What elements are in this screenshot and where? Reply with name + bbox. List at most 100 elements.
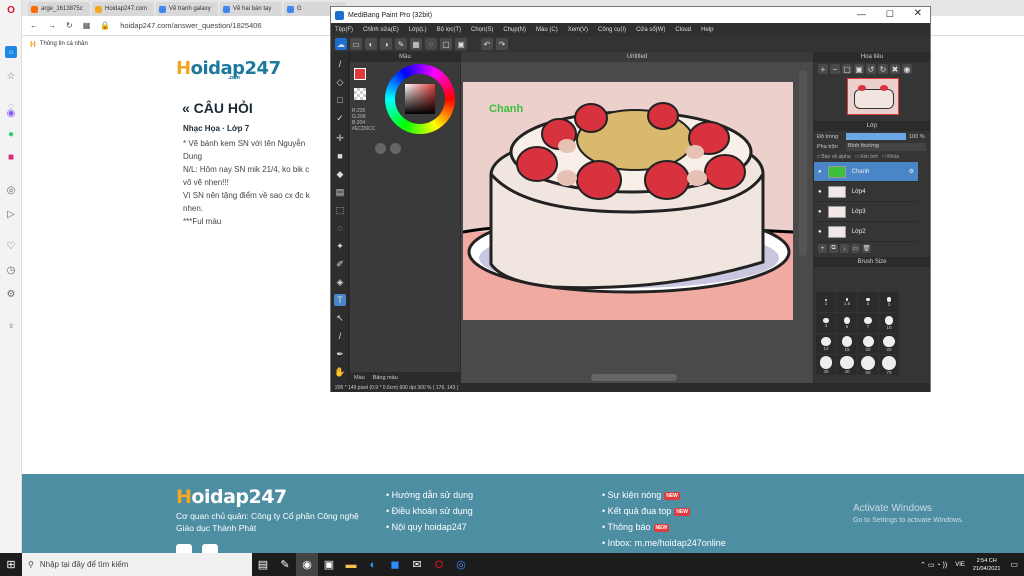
zoom-out-icon[interactable]: − xyxy=(830,64,840,74)
menu-item[interactable]: Chỉnh sửa(E) xyxy=(363,27,399,33)
bucket-tool-icon[interactable]: ◆ xyxy=(334,168,346,180)
footer-link[interactable]: • Kết quả đua top NEW xyxy=(602,506,726,516)
visibility-icon[interactable]: ● xyxy=(818,209,822,215)
menu-item[interactable]: Bộ lọc(T) xyxy=(437,27,461,33)
lasso-icon[interactable]: ◌ xyxy=(425,38,437,50)
forward-icon[interactable]: → xyxy=(48,21,56,30)
bookmark-item[interactable]: Thông tin cá nhân xyxy=(40,41,88,47)
visibility-icon[interactable]: ● xyxy=(818,229,822,235)
text-tool-icon[interactable]: T xyxy=(334,294,346,306)
hand-tool-icon[interactable]: ✋ xyxy=(334,366,346,378)
tray-icons[interactable]: ⌃ ▭ ◔ )) xyxy=(920,561,947,569)
edge-icon[interactable]: ◐ xyxy=(362,553,384,576)
instagram-icon[interactable]: ■ xyxy=(5,151,17,163)
menu-item[interactable]: Xem(V) xyxy=(568,27,588,33)
select-eraser-icon[interactable]: ◈ xyxy=(334,276,346,288)
footer-link[interactable]: • Hướng dẫn sử dụng xyxy=(386,490,473,500)
facebook-icon[interactable] xyxy=(176,544,192,553)
browser-tab[interactable]: Hoidap247.com xyxy=(92,2,154,16)
menu-item[interactable]: Cửa sổ(W) xyxy=(636,27,665,33)
browser-tab[interactable]: Vẽ hai bàn tay xyxy=(220,2,282,16)
color-sampler-icon[interactable] xyxy=(375,143,386,154)
saturation-square[interactable] xyxy=(405,84,435,114)
footer-link[interactable]: • Điều khoản sử dụng xyxy=(386,506,473,516)
select-icon[interactable]: ▢ xyxy=(440,38,452,50)
mail-icon[interactable]: ✉ xyxy=(406,553,428,576)
redo-icon[interactable]: ↷ xyxy=(496,38,508,50)
brush-size-option[interactable]: 70 xyxy=(879,355,899,375)
brush-size-option[interactable]: 5 xyxy=(837,313,857,333)
opera-logo-icon[interactable]: O xyxy=(5,4,17,16)
url-text[interactable]: hoidap247.com/answer_question/1825406 xyxy=(120,21,261,30)
zoom-in-icon[interactable]: + xyxy=(818,64,828,74)
footer-link[interactable]: • Thông báo NEW xyxy=(602,522,726,532)
settings-icon[interactable]: ⚙ xyxy=(5,288,17,300)
foreground-color[interactable] xyxy=(354,68,366,80)
rotate-right-icon[interactable]: ↻ xyxy=(878,64,888,74)
eraser-tool-icon[interactable]: ◇ xyxy=(334,76,346,88)
copy-layer-icon[interactable]: ⧉ xyxy=(829,244,838,253)
whatsapp-icon[interactable]: ● xyxy=(5,128,17,140)
brush-size-option[interactable]: 4 xyxy=(816,313,836,333)
task-view-icon[interactable]: ▤ xyxy=(252,553,274,576)
home-grid-icon[interactable]: ▦ xyxy=(83,21,91,30)
browser-tab[interactable]: arge_1613875c xyxy=(28,2,90,16)
reload-icon[interactable]: ↻ xyxy=(66,21,73,30)
footer-link[interactable]: • Sự kiện nóng NEW xyxy=(602,490,726,500)
lock-checkbox[interactable]: □ Khóa xyxy=(883,154,899,160)
brush-size-option[interactable]: 12 xyxy=(816,334,836,354)
language-indicator[interactable]: VIE xyxy=(955,562,965,568)
footer-link[interactable]: • Nội quy hoidap247 xyxy=(386,522,473,532)
layer-down-icon[interactable]: ↓ xyxy=(840,244,849,253)
zoom-icon[interactable]: ◼ xyxy=(384,553,406,576)
save-icon[interactable]: ▭ xyxy=(350,38,362,50)
heart-icon[interactable]: ♡ xyxy=(5,240,17,252)
subject-label[interactable]: Nhạc Họa · Lớp 7 xyxy=(183,124,249,133)
store-icon[interactable]: ▣ xyxy=(318,553,340,576)
drawing-canvas[interactable]: Chanh xyxy=(463,82,793,320)
brush-size-option[interactable]: 40 xyxy=(837,355,857,375)
menu-item[interactable]: Công cụ(I) xyxy=(598,27,626,33)
send-icon[interactable]: ▷ xyxy=(5,208,17,220)
brush-size-option[interactable]: 15 xyxy=(837,334,857,354)
brush-size-option[interactable]: 25 xyxy=(879,334,899,354)
medibang-taskbar-icon[interactable]: ◉ xyxy=(296,553,318,576)
select-pen-icon[interactable]: ✐ xyxy=(334,258,346,270)
brush-size-option[interactable]: 3 xyxy=(879,292,899,312)
file-explorer-icon[interactable]: ▬ xyxy=(340,553,362,576)
magic-wand-icon[interactable]: ✦ xyxy=(334,240,346,252)
menu-item[interactable]: Chọn(S) xyxy=(471,27,493,33)
taskbar-search[interactable]: ⚲ Nhập tại đây để tìm kiếm xyxy=(22,553,252,576)
transparent-color[interactable] xyxy=(354,88,366,100)
chat-icon[interactable]: ◐ xyxy=(365,38,377,50)
brush-size-option[interactable]: 2 xyxy=(858,292,878,312)
star-icon[interactable]: ☆ xyxy=(5,70,17,82)
canvas-tab[interactable]: Untitled xyxy=(461,52,813,62)
notification-icon[interactable]: ▭ xyxy=(1010,560,1018,569)
opera-taskbar-icon[interactable]: O xyxy=(428,553,450,576)
opacity-slider[interactable] xyxy=(846,133,906,140)
snapshot-icon[interactable]: ◎ xyxy=(5,184,17,196)
maximize-icon[interactable]: ☐ xyxy=(886,9,894,20)
fit-icon[interactable]: ▢ xyxy=(842,64,852,74)
layer-row[interactable]: ● Lớp2 xyxy=(814,222,918,242)
browser-tab[interactable]: Vẽ tranh galaxy xyxy=(156,2,218,16)
messenger-icon[interactable]: ◉ xyxy=(5,107,17,119)
menu-item[interactable]: Chụp(N) xyxy=(503,27,526,33)
visibility-icon[interactable]: ● xyxy=(818,189,822,195)
menu-item[interactable]: Help xyxy=(701,27,713,33)
brush-size-option[interactable]: 1.5 xyxy=(837,292,857,312)
lasso-tool-icon[interactable]: ◌ xyxy=(334,222,346,234)
brush-size-option[interactable]: 50 xyxy=(858,355,878,375)
delete-layer-icon[interactable]: 🗑 xyxy=(862,244,871,253)
layer-row[interactable]: ● Lớp4 xyxy=(814,182,918,202)
menu-item[interactable]: Cloud xyxy=(675,27,691,33)
flip-icon[interactable]: ✖ xyxy=(890,64,900,74)
vertical-scrollbar[interactable] xyxy=(799,70,807,256)
windows-start-icon[interactable]: ⊞ xyxy=(0,553,22,576)
color-swap-icon[interactable] xyxy=(390,143,401,154)
brush-size-option[interactable]: 10 xyxy=(879,313,899,333)
blend-select[interactable]: Bình thường xyxy=(846,143,926,151)
paint-app-icon[interactable]: ✎ xyxy=(274,553,296,576)
add-layer-icon[interactable]: + xyxy=(818,244,827,253)
